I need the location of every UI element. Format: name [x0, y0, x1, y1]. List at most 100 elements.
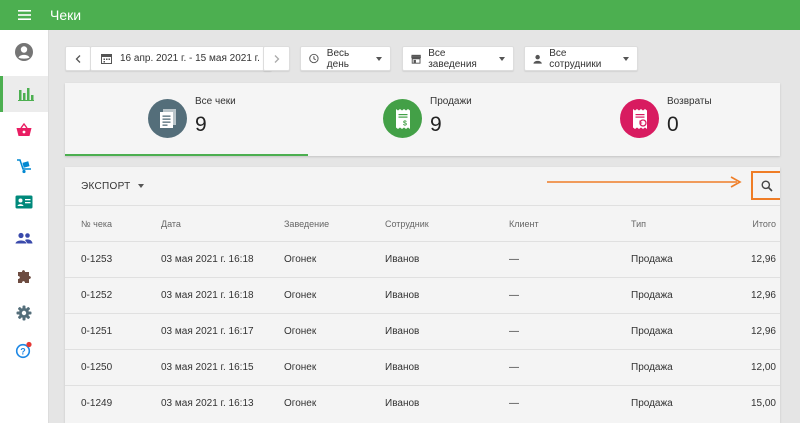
cell-type: Продажа — [631, 254, 673, 265]
cell-customer: — — [509, 254, 519, 265]
sidebar-item-reports[interactable] — [0, 76, 48, 112]
employee-card-icon — [15, 195, 33, 209]
inventory-icon — [17, 159, 31, 174]
cell-customer: — — [509, 326, 519, 337]
cell-type: Продажа — [631, 362, 673, 373]
cell-customer: — — [509, 290, 519, 301]
col-header-date[interactable]: Дата — [161, 206, 181, 242]
cell-store: Огонек — [284, 254, 317, 265]
chevron-down-icon — [137, 184, 144, 188]
sidebar-item-integrations[interactable] — [0, 258, 48, 294]
stat-label-sales: Продажи — [430, 96, 472, 107]
stat-label-all: Все чеки — [195, 96, 236, 107]
col-header-employee[interactable]: Сотрудник — [385, 206, 429, 242]
col-header-total[interactable]: Итого — [752, 206, 776, 242]
cell-employee: Иванов — [385, 290, 420, 301]
cell-date: 03 мая 2021 г. 16:13 — [161, 398, 254, 409]
cell-type: Продажа — [631, 290, 673, 301]
col-header-type[interactable]: Тип — [631, 206, 646, 242]
search-icon — [761, 180, 773, 192]
sidebar-item-account[interactable] — [0, 34, 48, 70]
stores-filter-label: Все заведения — [428, 47, 477, 70]
cell-store: Огонек — [284, 362, 317, 373]
cell-date: 03 мая 2021 г. 16:18 — [161, 254, 254, 265]
refunds-icon-badge — [620, 99, 659, 138]
person-icon — [533, 54, 542, 64]
cell-store: Огонек — [284, 290, 317, 301]
cell-number: 0-1251 — [81, 326, 113, 337]
cell-store: Огонек — [284, 398, 317, 409]
basket-icon — [16, 123, 32, 136]
tab-sales[interactable]: $ Продажи 9 — [302, 83, 539, 156]
cell-store: Огонек — [284, 326, 317, 337]
hamburger-icon — [18, 10, 31, 20]
table-row[interactable]: 0-1250 03 мая 2021 г. 16:15 Огонек Ивано… — [65, 349, 780, 385]
summary-tabs: Все чеки 9 $ Продажи 9 Возвраты 0 — [65, 83, 780, 156]
export-label: ЭКСПОРТ — [81, 180, 131, 192]
cell-employee: Иванов — [385, 254, 420, 265]
chevron-down-icon — [499, 56, 505, 61]
sales-receipt-icon: $ — [395, 108, 410, 129]
stat-value-sales: 9 — [430, 113, 442, 136]
cell-total: 15,00 — [750, 398, 776, 409]
time-filter-label: Весь день — [326, 47, 350, 70]
cell-total: 12,96 — [750, 326, 776, 337]
sidebar-item-inventory[interactable] — [0, 148, 48, 184]
cell-number: 0-1249 — [81, 398, 113, 409]
chevron-left-icon — [75, 54, 81, 63]
col-header-store[interactable]: Заведение — [284, 206, 329, 242]
cell-number: 0-1253 — [81, 254, 113, 265]
tab-refunds[interactable]: Возвраты 0 — [540, 83, 777, 156]
cell-employee: Иванов — [385, 326, 420, 337]
settings-icon — [16, 305, 32, 321]
sidebar-item-customers[interactable] — [0, 220, 48, 256]
chevron-down-icon — [623, 56, 629, 61]
col-header-customer[interactable]: Клиент — [509, 206, 539, 242]
search-button[interactable] — [751, 171, 780, 200]
top-app-bar: Чеки — [0, 0, 800, 30]
stat-value-refunds: 0 — [667, 113, 679, 136]
sidebar-item-settings[interactable] — [0, 295, 48, 331]
chevron-right-icon — [274, 54, 279, 63]
cell-type: Продажа — [631, 326, 673, 337]
refund-receipt-icon — [632, 108, 647, 129]
time-filter-dropdown[interactable]: Весь день — [300, 46, 391, 71]
date-range-picker[interactable]: 16 апр. 2021 г. - 15 мая 2021 г. — [90, 46, 272, 71]
export-dropdown[interactable]: ЭКСПОРТ — [81, 178, 144, 194]
stat-value-all: 9 — [195, 113, 207, 136]
cell-employee: Иванов — [385, 398, 420, 409]
receipts-panel: ЭКСПОРТ № чека Дата Заведение Сотрудник … — [65, 167, 780, 423]
tab-all-receipts[interactable]: Все чеки 9 — [65, 83, 308, 156]
employees-filter-dropdown[interactable]: Все сотрудники — [524, 46, 638, 71]
calendar-icon — [101, 54, 112, 64]
cell-number: 0-1250 — [81, 362, 113, 373]
sidebar-item-help[interactable]: ? — [0, 332, 48, 368]
integrations-icon — [18, 270, 31, 283]
cell-date: 03 мая 2021 г. 16:17 — [161, 326, 254, 337]
cell-customer: — — [509, 362, 519, 373]
chevron-down-icon — [376, 56, 382, 61]
sidebar-item-employees[interactable] — [0, 184, 48, 220]
stat-label-refunds: Возвраты — [667, 96, 712, 107]
sales-icon-badge: $ — [383, 99, 422, 138]
menu-button[interactable] — [0, 0, 50, 30]
col-header-number[interactable]: № чека — [81, 206, 112, 242]
prev-period-button[interactable] — [65, 46, 91, 71]
table-row[interactable]: 0-1253 03 мая 2021 г. 16:18 Огонек Ивано… — [65, 241, 780, 277]
sidebar-item-basket[interactable] — [0, 112, 48, 148]
next-period-button[interactable] — [263, 46, 290, 71]
table-row[interactable]: 0-1252 03 мая 2021 г. 16:18 Огонек Ивано… — [65, 277, 780, 313]
reports-icon — [17, 88, 34, 101]
cell-employee: Иванов — [385, 362, 420, 373]
store-icon — [411, 54, 422, 64]
account-icon — [15, 43, 33, 61]
receipts-table: № чека Дата Заведение Сотрудник Клиент Т… — [65, 205, 780, 421]
cell-type: Продажа — [631, 398, 673, 409]
cell-number: 0-1252 — [81, 290, 113, 301]
employees-filter-label: Все сотрудники — [549, 47, 602, 70]
cell-date: 03 мая 2021 г. 16:18 — [161, 290, 254, 301]
table-row[interactable]: 0-1251 03 мая 2021 г. 16:17 Огонек Ивано… — [65, 313, 780, 349]
table-row[interactable]: 0-1249 03 мая 2021 г. 16:13 Огонек Ивано… — [65, 385, 780, 421]
page-title: Чеки — [50, 7, 82, 23]
stores-filter-dropdown[interactable]: Все заведения — [402, 46, 514, 71]
